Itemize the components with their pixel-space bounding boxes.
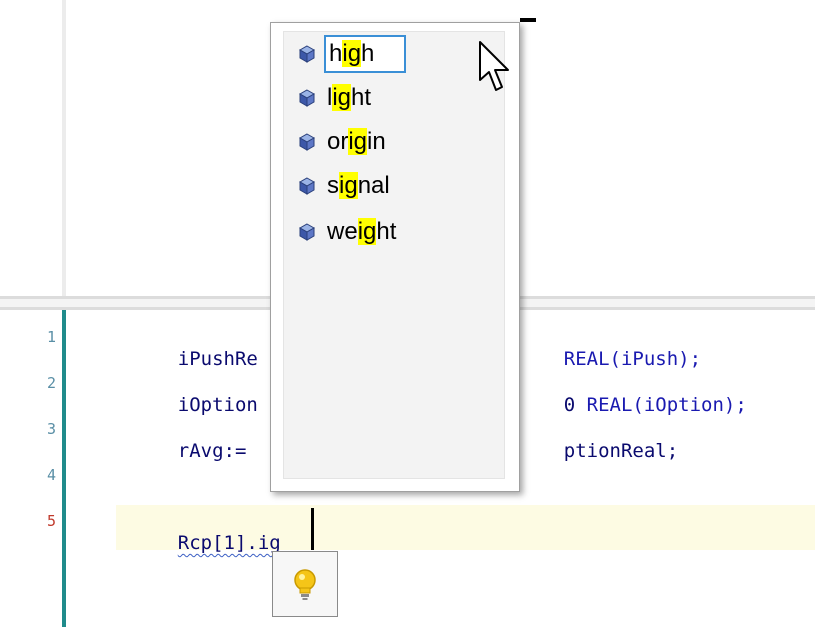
line-number: 1 bbox=[46, 328, 56, 346]
label-part: ht bbox=[376, 218, 397, 245]
label-part: or bbox=[327, 128, 349, 155]
autocomplete-item-label: light bbox=[324, 81, 374, 115]
cube-icon bbox=[298, 133, 316, 151]
label-part: we bbox=[327, 218, 358, 245]
mouse-cursor-icon bbox=[479, 41, 509, 91]
autocomplete-item[interactable]: weight bbox=[298, 214, 399, 250]
cube-icon bbox=[298, 223, 316, 241]
autocomplete-item[interactable]: origin bbox=[298, 124, 389, 160]
code-line-3-tail[interactable]: ptionReal; bbox=[518, 418, 678, 484]
line-number: 4 bbox=[46, 466, 56, 484]
label-part: h bbox=[361, 40, 375, 67]
code-line-3[interactable]: rAvg:= bbox=[132, 418, 247, 484]
code-text: REAL(iOption); bbox=[586, 394, 747, 416]
code-text: rAvg:= bbox=[177, 440, 247, 462]
line-number-current: 5 bbox=[46, 512, 56, 530]
label-part: ht bbox=[351, 84, 372, 111]
cube-icon bbox=[298, 45, 316, 63]
line-number: 3 bbox=[46, 420, 56, 438]
code-text: 0 bbox=[563, 394, 587, 416]
text-caret bbox=[311, 508, 314, 550]
match-highlight: ig bbox=[332, 84, 352, 111]
match-highlight: ig bbox=[357, 218, 377, 245]
match-highlight: ig bbox=[339, 172, 358, 199]
popup-edge bbox=[520, 18, 536, 22]
lightbulb-icon bbox=[294, 569, 316, 600]
autocomplete-item-label: weight bbox=[324, 215, 399, 249]
label-part: h bbox=[329, 40, 343, 67]
change-gutter-bar bbox=[62, 310, 66, 627]
autocomplete-item[interactable]: signal bbox=[298, 168, 393, 204]
code-text: iPushRe bbox=[177, 348, 258, 370]
code-line-5[interactable]: Rcp[1].ig bbox=[132, 510, 281, 576]
label-part: s bbox=[327, 172, 339, 199]
declaration-gutter bbox=[62, 0, 66, 296]
code-text: ptionReal; bbox=[563, 440, 679, 462]
cube-icon bbox=[298, 177, 316, 195]
code-text: iOption bbox=[177, 394, 258, 416]
code-text-error: Rcp[1].ig bbox=[177, 532, 281, 554]
autocomplete-item-label: high bbox=[324, 35, 407, 73]
autocomplete-item-label: signal bbox=[324, 169, 393, 203]
quick-action-button[interactable] bbox=[272, 551, 338, 617]
autocomplete-item[interactable]: light bbox=[298, 80, 374, 116]
match-highlight: ig bbox=[348, 128, 368, 155]
autocomplete-item-label: origin bbox=[324, 125, 389, 159]
autocomplete-item[interactable]: high bbox=[298, 35, 407, 73]
label-part: nal bbox=[357, 172, 390, 199]
cube-icon bbox=[298, 89, 316, 107]
label-part: in bbox=[367, 128, 386, 155]
match-highlight: ig bbox=[342, 40, 362, 67]
code-text: REAL(iPush); bbox=[563, 348, 702, 370]
line-number: 2 bbox=[46, 374, 56, 392]
